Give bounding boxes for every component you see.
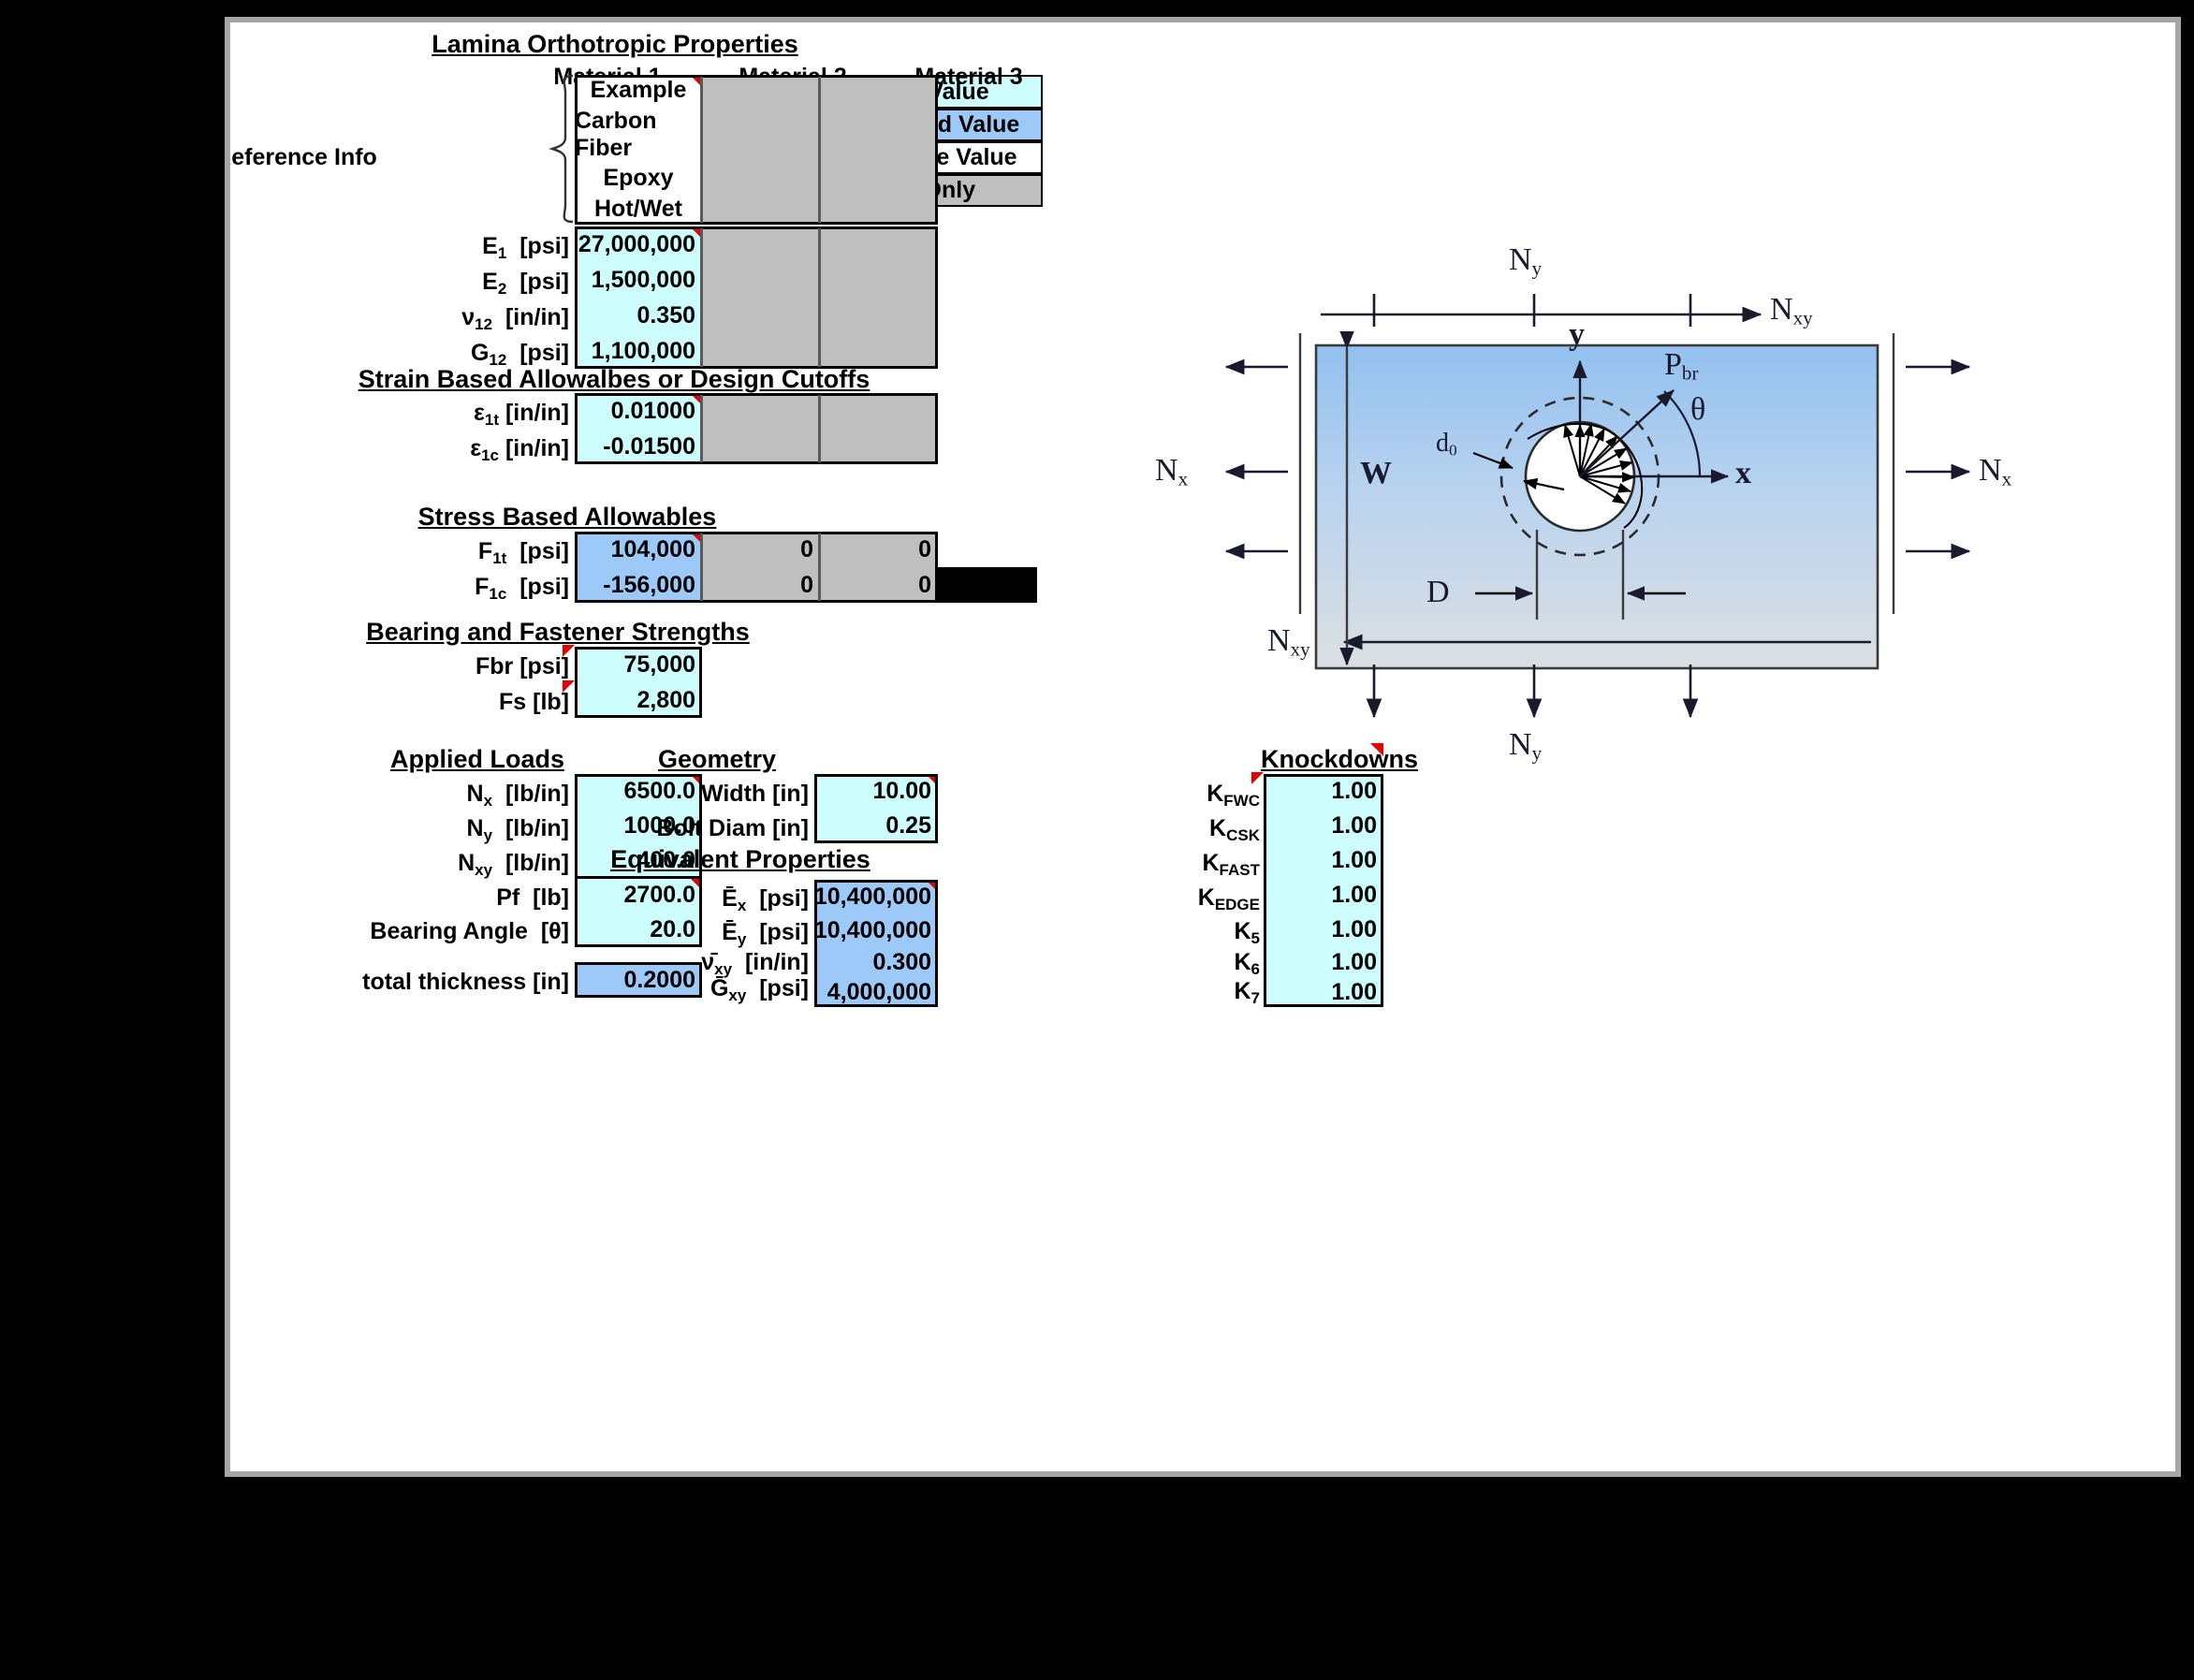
row-label-fs: Fs [lb] <box>499 689 569 715</box>
nx-left-symbol: N <box>1155 453 1178 488</box>
diagram-label-w: W <box>1360 456 1392 490</box>
pbr-symbol: P <box>1664 347 1682 382</box>
nx-right-subscript: x <box>2001 467 2012 490</box>
ny-bottom-subscript: y <box>1531 741 1543 765</box>
lamina-values-outline <box>575 226 938 369</box>
row-label-ex: Ēx [psi] <box>722 885 809 914</box>
diagram-label-y-axis: y <box>1569 317 1585 352</box>
reference-col-sep-2 <box>818 77 821 223</box>
row-label-bolt-diam: Bolt Diam [in] <box>656 815 810 841</box>
row-label-eps1t: ε1t [in/in] <box>474 400 569 429</box>
stress-section-title: Stress Based Allowables <box>417 503 717 531</box>
equivalent-title: Equivalent Properties <box>610 845 870 873</box>
row-label-nxy: Nxy [lb/in] <box>458 850 569 879</box>
diagram-label-ny-top: Ny <box>1509 242 1542 280</box>
diagram-label-nxy-bottom: Nxy <box>1267 623 1310 661</box>
geometry-outline <box>814 774 938 843</box>
nx-right-symbol: N <box>1979 453 2002 488</box>
row-label-f1c: F1c [psi] <box>475 574 569 603</box>
stress-values-outline <box>575 532 938 603</box>
nxy-top-subscript: xy <box>1792 306 1813 329</box>
comment-mark-icon <box>563 645 575 657</box>
equivalent-outline <box>814 880 938 1007</box>
row-label-fbr: Fbr [psi] <box>475 653 569 679</box>
diagram-label-theta: θ <box>1690 392 1706 427</box>
lamina-col-sep-1 <box>700 228 703 367</box>
plate-with-hole-diagram: Ny Ny Nx Nx Nxy Nxy W D d0 x y θ Pbr <box>1155 242 2158 1052</box>
strain-section-title: Strain Based Allowalbes or Design Cutoff… <box>358 365 870 393</box>
strain-values-outline <box>575 393 938 464</box>
diagram-label-x-axis: x <box>1735 456 1751 490</box>
row-label-e1: E1 [psi] <box>482 233 569 262</box>
reference-col-sep-1 <box>700 77 703 223</box>
row-label-e2: E2 [psi] <box>482 269 569 298</box>
row-label-ey: Ēy [psi] <box>722 919 809 948</box>
ny-bottom-symbol: N <box>1509 727 1532 762</box>
ny-top-subscript: y <box>1531 256 1543 280</box>
row-label-f1t: F1t [psi] <box>477 538 569 567</box>
diagram-label-ny-bottom: Ny <box>1509 727 1542 765</box>
stress-col-sep-1 <box>700 533 703 601</box>
nxy-top-symbol: N <box>1770 292 1793 327</box>
diagram-label-d: D <box>1426 575 1450 609</box>
d0-subscript: 0 <box>1449 441 1457 460</box>
bearing-section-title: Bearing and Fastener Strengths <box>366 618 750 646</box>
reference-info-outline <box>575 75 938 225</box>
diagram-label-nx-right: Nx <box>1979 453 2011 490</box>
diagram-svg <box>1224 271 1971 719</box>
nx-left-subscript: x <box>1177 467 1189 490</box>
nxy-bottom-symbol: N <box>1267 623 1291 658</box>
spreadsheet-canvas: Input Value Calculated Value Reference V… <box>230 22 2175 1471</box>
lamina-section-title: Lamina Orthotropic Properties <box>431 30 798 58</box>
row-label-nu12: ν12 [in/in] <box>461 304 569 333</box>
diagram-label-nxy-top: Nxy <box>1770 292 1813 329</box>
d0-symbol: d <box>1436 429 1449 458</box>
spreadsheet-page: Input Value Calculated Value Reference V… <box>225 17 2181 1477</box>
applied-loads-title: Applied Loads <box>389 745 564 773</box>
diagram-label-d0: d0 <box>1436 429 1457 460</box>
bearing-values-outline <box>575 647 702 718</box>
row-label-gxy: Ḡxy [psi] <box>709 975 809 1004</box>
nxy-bottom-subscript: xy <box>1290 637 1310 661</box>
comment-mark-icon <box>563 680 575 693</box>
lamina-col-sep-2 <box>818 228 821 367</box>
stress-col-sep-2 <box>818 533 821 601</box>
diagram-label-pbr: Pbr <box>1664 347 1698 385</box>
pbr-subscript: br <box>1681 361 1699 385</box>
ny-top-symbol: N <box>1509 242 1532 277</box>
strain-col-sep-1 <box>700 395 703 462</box>
row-label-width: Width [in] <box>700 781 809 807</box>
row-label-nuxy: ν̄xy [in/in] <box>701 949 809 978</box>
reference-info-label: Reference Info <box>225 144 377 170</box>
applied-loads-inner-sep <box>575 876 702 879</box>
selection-black-bar <box>938 567 1037 603</box>
strain-col-sep-2 <box>818 395 821 462</box>
geometry-title: Geometry <box>657 745 777 773</box>
diagram-label-nx-left: Nx <box>1155 453 1188 490</box>
reference-info-brace <box>548 74 574 224</box>
row-label-eps1c: ε1c [in/in] <box>470 435 569 464</box>
